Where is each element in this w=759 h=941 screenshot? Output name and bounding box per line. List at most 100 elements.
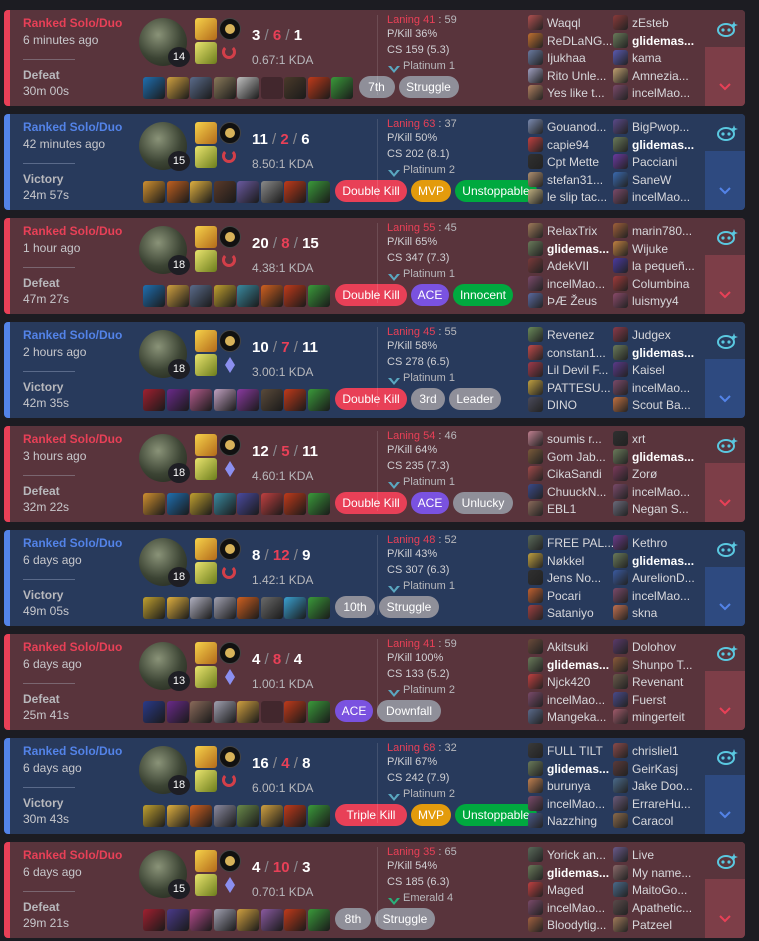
item-icon[interactable]: [237, 389, 259, 411]
ai-analysis-icon[interactable]: [716, 436, 738, 454]
team-player[interactable]: marin780...: [613, 222, 701, 240]
summoner-spell-ghost-icon[interactable]: [195, 458, 217, 480]
team-player[interactable]: le slip tac...: [528, 188, 616, 206]
team-player[interactable]: Fuerst: [613, 691, 701, 709]
team-player[interactable]: Njck420: [528, 673, 616, 691]
ai-analysis-icon[interactable]: [716, 228, 738, 246]
team-player[interactable]: AurelionD...: [613, 569, 701, 587]
item-icon[interactable]: [190, 285, 212, 307]
chevron-down-icon[interactable]: [719, 598, 731, 611]
chevron-down-icon[interactable]: [719, 286, 731, 299]
summoner-spell-flash-icon[interactable]: [195, 538, 217, 560]
keystone-rune-icon[interactable]: [219, 850, 241, 872]
summoner-spell-ghost-icon[interactable]: [195, 146, 217, 168]
item-icon[interactable]: [237, 701, 259, 723]
team-player[interactable]: Revenant: [613, 673, 701, 691]
team-player[interactable]: constan1...: [528, 344, 616, 362]
team-player[interactable]: AdekVII: [528, 257, 616, 275]
team-player[interactable]: Jens No...: [528, 569, 616, 587]
item-icon[interactable]: [260, 909, 283, 931]
item-icon[interactable]: [166, 805, 189, 827]
match-card[interactable]: Ranked Solo/Duo 6 days ago Defeat 25m 41s 13…: [4, 634, 745, 730]
item-icon[interactable]: [166, 493, 189, 515]
team-player[interactable]: glidemas...: [613, 552, 701, 570]
item-icon[interactable]: [166, 909, 189, 931]
item-icon[interactable]: [307, 597, 330, 619]
team-player[interactable]: Gouanod...: [528, 118, 616, 136]
item-icon[interactable]: [307, 805, 330, 827]
team-player[interactable]: EBL1: [528, 500, 616, 518]
team-player[interactable]: Dolohov: [613, 638, 701, 656]
match-card[interactable]: Ranked Solo/Duo 3 hours ago Defeat 32m 22s 1…: [4, 426, 745, 522]
team-player[interactable]: DINO: [528, 396, 616, 414]
summoner-spell-flash-icon[interactable]: [195, 122, 217, 144]
team-player[interactable]: Lil Devil F...: [528, 361, 616, 379]
team-player[interactable]: FULL TILT: [528, 742, 616, 760]
item-icon[interactable]: [143, 805, 165, 827]
item-icon[interactable]: [307, 493, 330, 515]
team-player[interactable]: Maged: [528, 881, 616, 899]
item-icon[interactable]: [260, 805, 283, 827]
item-icon[interactable]: [143, 389, 165, 411]
match-card[interactable]: Ranked Solo/Duo 2 hours ago Victory 42m 35s…: [4, 322, 745, 418]
team-player[interactable]: glidemas...: [613, 344, 701, 362]
item-icon[interactable]: [190, 181, 212, 203]
team-player[interactable]: glidemas...: [528, 864, 616, 882]
chevron-down-icon[interactable]: [719, 494, 731, 507]
team-player[interactable]: RelaxTrix: [528, 222, 616, 240]
item-icon[interactable]: [166, 389, 189, 411]
item-icon[interactable]: [213, 909, 236, 931]
team-player[interactable]: burunya: [528, 777, 616, 795]
team-player[interactable]: Gom Jab...: [528, 448, 616, 466]
item-icon[interactable]: [166, 77, 189, 99]
team-player[interactable]: kama: [613, 49, 701, 67]
item-icon[interactable]: [307, 77, 330, 99]
item-icon[interactable]: [213, 805, 236, 827]
item-icon[interactable]: [190, 389, 212, 411]
team-player[interactable]: Apathetic...: [613, 899, 701, 917]
item-icon[interactable]: [213, 493, 236, 515]
item-icon[interactable]: [237, 597, 259, 619]
team-player[interactable]: CikaSandi: [528, 465, 616, 483]
item-icon[interactable]: [237, 909, 259, 931]
keystone-rune-icon[interactable]: [219, 226, 241, 248]
item-icon[interactable]: [331, 77, 353, 99]
item-icon[interactable]: [166, 597, 189, 619]
team-player[interactable]: glidemas...: [528, 240, 616, 258]
item-icon[interactable]: [143, 701, 165, 723]
secondary-rune-icon[interactable]: [219, 354, 241, 376]
match-card[interactable]: Ranked Solo/Duo 6 days ago Victory 30m 43s 1…: [4, 738, 745, 834]
summoner-spell-ghost-icon[interactable]: [195, 42, 217, 64]
team-player[interactable]: Cpt Mette: [528, 153, 616, 171]
summoner-spell-flash-icon[interactable]: [195, 226, 217, 248]
team-player[interactable]: GeirKasj: [613, 760, 701, 778]
keystone-rune-icon[interactable]: [219, 122, 241, 144]
item-icon[interactable]: [213, 597, 236, 619]
team-player[interactable]: Pocari: [528, 587, 616, 605]
team-player[interactable]: incelMao...: [613, 84, 701, 102]
item-icon[interactable]: [213, 77, 236, 99]
team-player[interactable]: ÞÆ Žeus: [528, 292, 616, 310]
secondary-rune-icon[interactable]: [219, 42, 241, 64]
item-icon[interactable]: [260, 597, 283, 619]
team-player[interactable]: Nazzhing: [528, 812, 616, 830]
ai-analysis-icon[interactable]: [716, 852, 738, 870]
keystone-rune-icon[interactable]: [219, 434, 241, 456]
item-icon[interactable]: [284, 701, 306, 723]
chevron-down-icon[interactable]: [719, 806, 731, 819]
item-icon[interactable]: [237, 181, 259, 203]
team-player[interactable]: Scout Ba...: [613, 396, 701, 414]
team-player[interactable]: Yes like t...: [528, 84, 616, 102]
item-icon[interactable]: [143, 181, 165, 203]
item-icon[interactable]: [284, 909, 306, 931]
team-player[interactable]: BigPwop...: [613, 118, 701, 136]
item-icon[interactable]: [284, 389, 306, 411]
team-player[interactable]: incelMao...: [613, 379, 701, 397]
team-player[interactable]: FREE PAL...: [528, 534, 616, 552]
team-player[interactable]: stefan31...: [528, 171, 616, 189]
item-icon[interactable]: [284, 285, 306, 307]
item-icon[interactable]: [190, 493, 212, 515]
item-icon[interactable]: [143, 77, 165, 99]
team-player[interactable]: Waqql: [528, 14, 616, 32]
summoner-spell-flash-icon[interactable]: [195, 434, 217, 456]
